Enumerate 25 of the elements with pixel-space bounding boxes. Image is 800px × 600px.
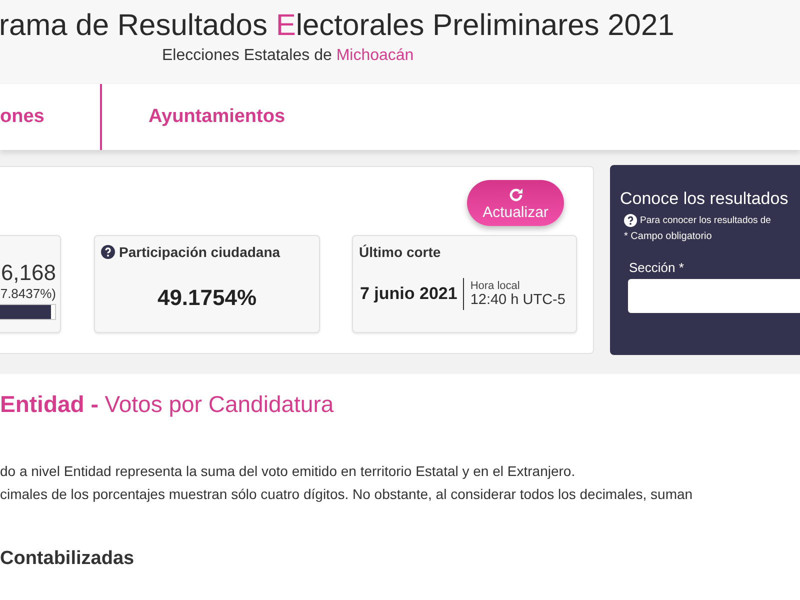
card-title: Último corte <box>359 244 441 260</box>
nav-tab[interactable]: Ayuntamientos <box>148 106 286 128</box>
panel-hint: Para conocer los resultados de <box>640 215 771 226</box>
card-title: Participación ciudadana <box>119 244 280 260</box>
participation-value: 49.1754% <box>156 285 258 311</box>
panel-title: Conoce los resultados <box>620 189 790 209</box>
section-title: Entidad - Votos por Candidatura <box>0 391 335 418</box>
time-label: Hora local <box>470 280 521 292</box>
cut-date: 7 junio 2021 <box>360 278 464 310</box>
refresh-icon <box>508 187 524 203</box>
help-icon <box>624 214 637 227</box>
note-text: cimales de los porcentajes muestran sólo cuatro dígitos. No obstante, al considerar todos los decimales, suman <box>0 485 694 504</box>
section-input-field[interactable] <box>628 279 800 313</box>
field-label: Sección * <box>628 260 685 275</box>
page-title: rama de Resultados Electorales Preliminares 2021 <box>0 8 676 44</box>
subheading: Contabilizadas <box>0 548 136 570</box>
help-icon <box>101 245 115 259</box>
cut-time: 12:40 h UTC-5 <box>470 292 566 308</box>
note-text: do a nivel Entidad representa la suma del voto emitido en territorio Estatal y en el Extranjero. <box>0 462 576 481</box>
actas-count: 6,168 <box>0 260 56 286</box>
refresh-button[interactable]: Actualizar <box>467 180 564 226</box>
nav-tab[interactable]: ones <box>0 106 100 128</box>
required-note: * Campo obligatorio <box>623 231 713 242</box>
actas-percent: 7.8437%) <box>0 286 56 301</box>
page-subtitle: Elecciones Estatales de Michoacán <box>162 47 415 65</box>
